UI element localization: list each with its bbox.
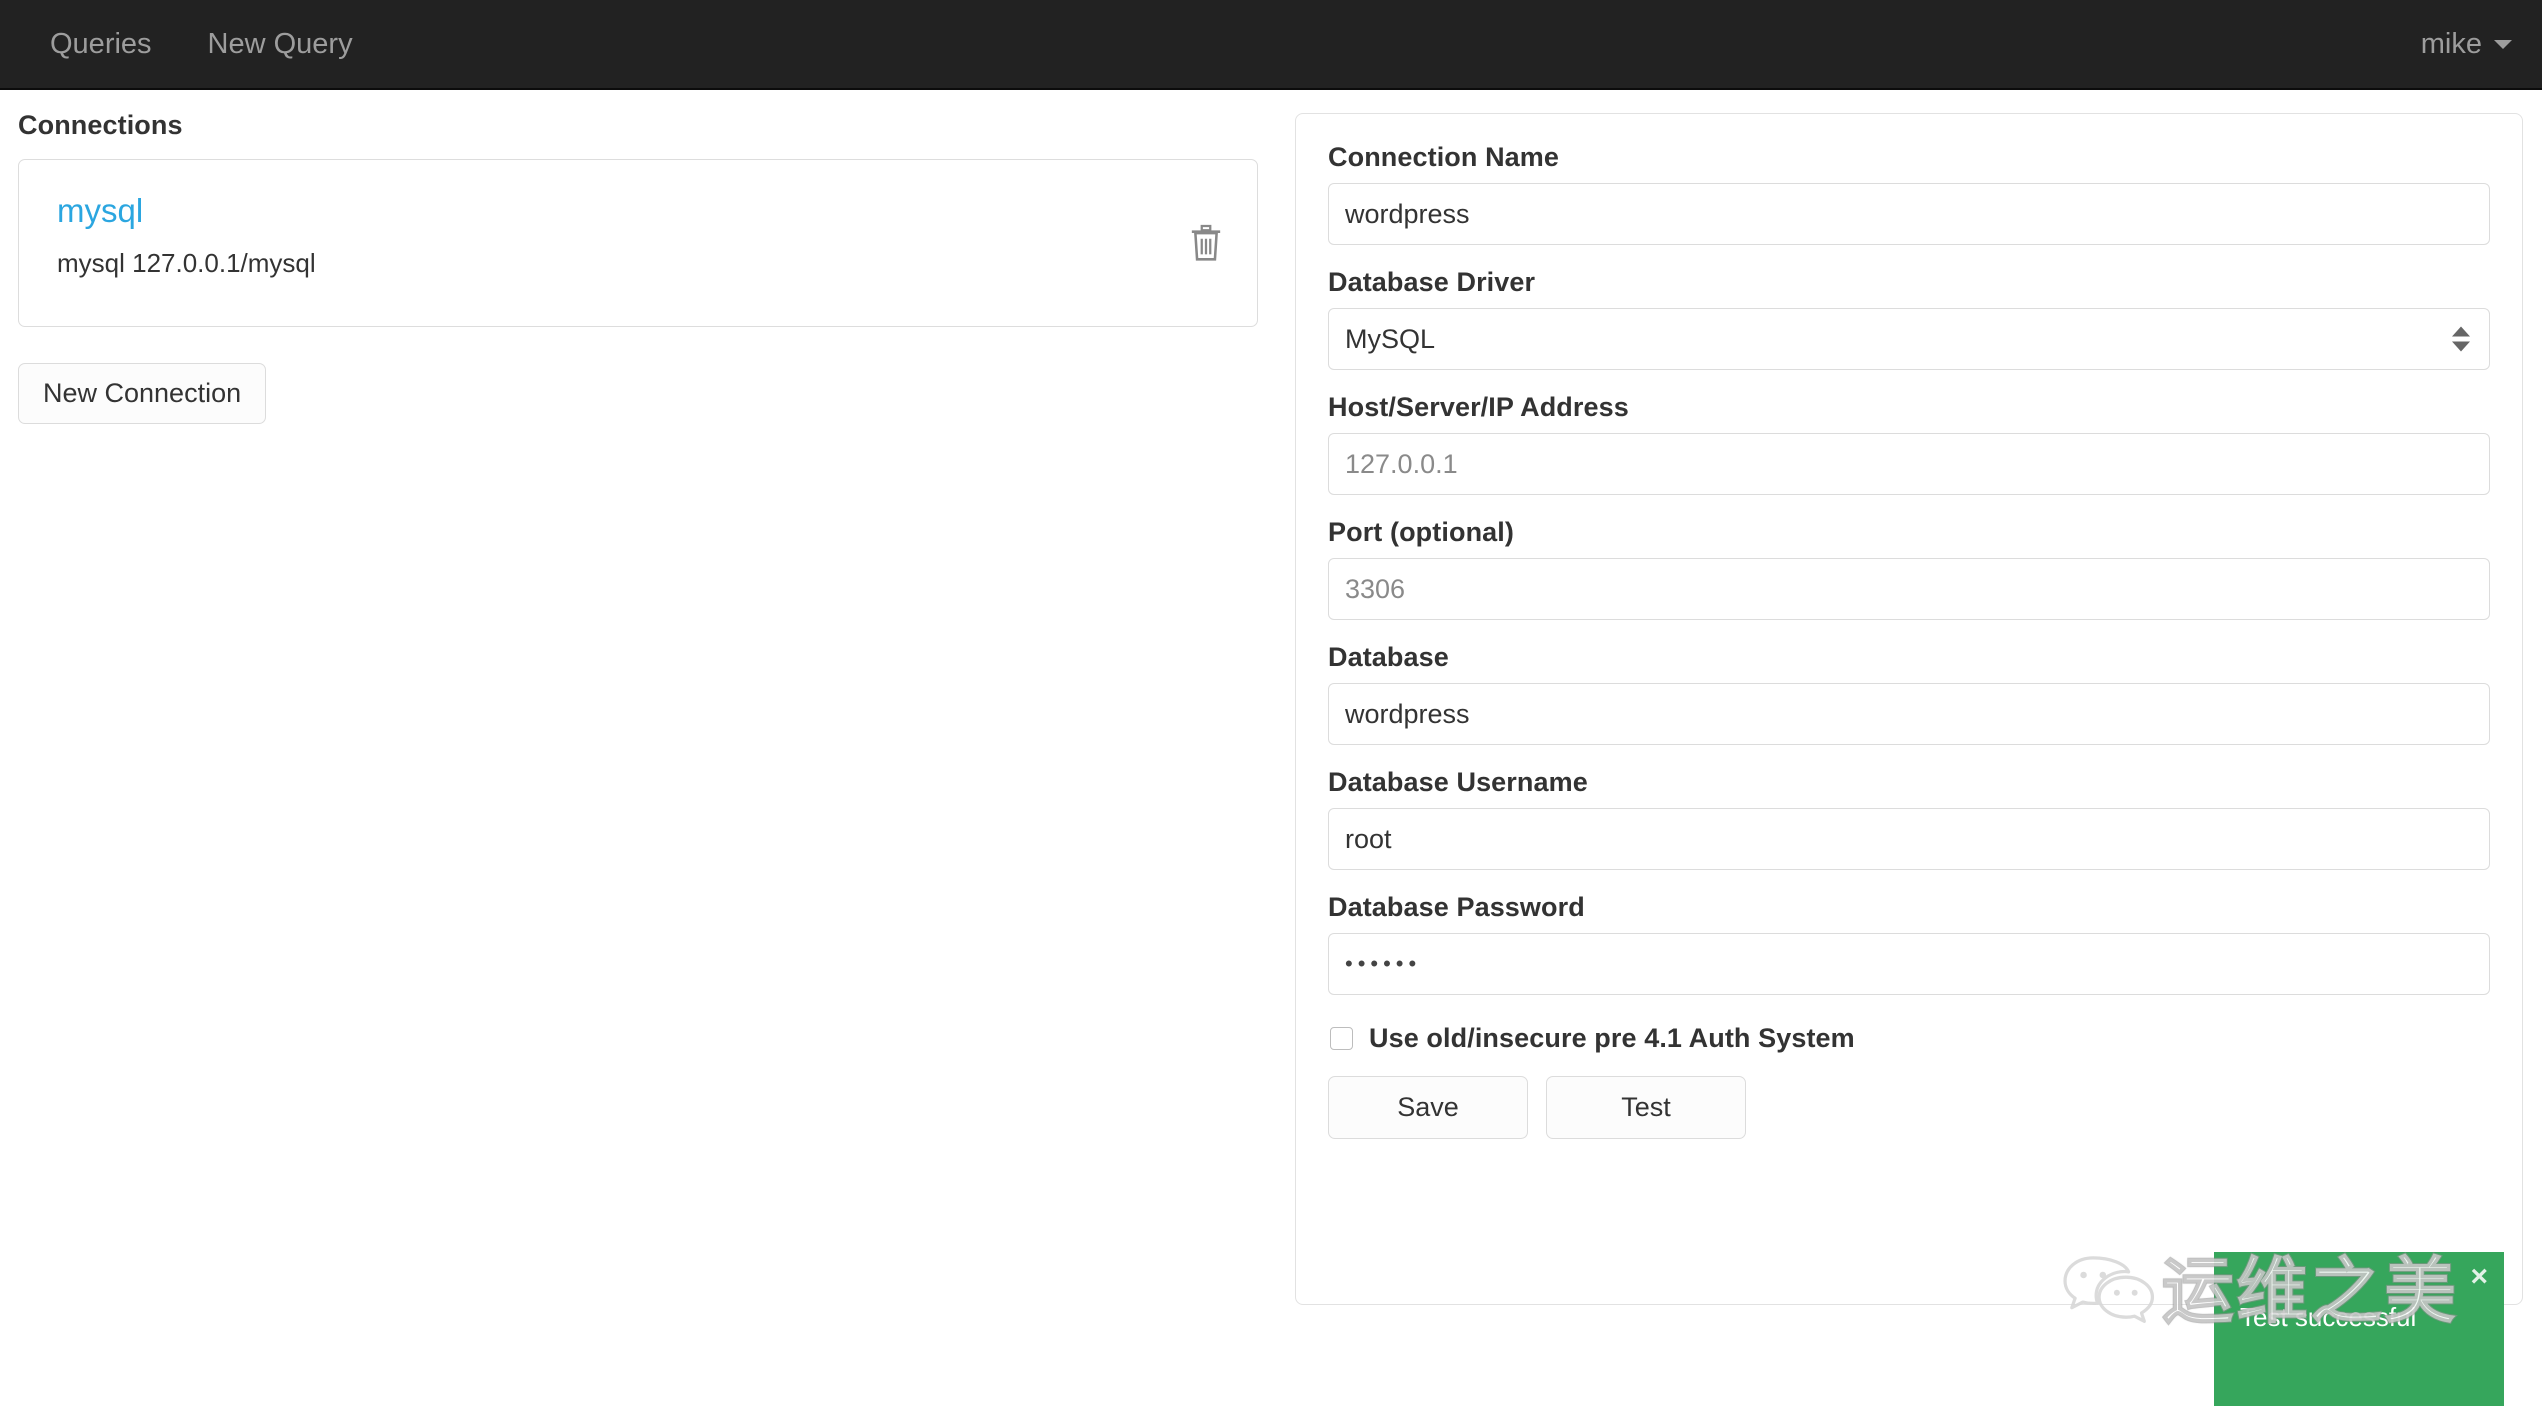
save-button[interactable]: Save bbox=[1328, 1076, 1528, 1139]
field-database: Database bbox=[1328, 642, 2490, 745]
database-label: Database bbox=[1328, 642, 2490, 673]
host-label: Host/Server/IP Address bbox=[1328, 392, 2490, 423]
field-host: Host/Server/IP Address bbox=[1328, 392, 2490, 495]
navbar-right: mike bbox=[2421, 28, 2542, 61]
port-input[interactable] bbox=[1328, 558, 2490, 620]
field-connection-name: Connection Name bbox=[1328, 142, 2490, 245]
toast-close-button[interactable]: × bbox=[2470, 1262, 2488, 1292]
connection-description: mysql 127.0.0.1/mysql bbox=[57, 249, 1219, 278]
field-port: Port (optional) bbox=[1328, 517, 2490, 620]
toast-notification: × Test successful bbox=[2214, 1252, 2504, 1406]
username-label: Database Username bbox=[1328, 767, 2490, 798]
field-password: Database Password •••••• bbox=[1328, 892, 2490, 995]
nav-item-queries[interactable]: Queries bbox=[22, 0, 180, 88]
field-database-driver: Database Driver bbox=[1328, 267, 2490, 370]
test-button[interactable]: Test bbox=[1546, 1076, 1746, 1139]
user-menu[interactable]: mike bbox=[2421, 28, 2512, 61]
new-connection-button[interactable]: New Connection bbox=[18, 363, 266, 424]
old-auth-checkbox-label: Use old/insecure pre 4.1 Auth System bbox=[1369, 1023, 1855, 1054]
connection-name-input[interactable] bbox=[1328, 183, 2490, 245]
old-auth-checkbox-row[interactable]: Use old/insecure pre 4.1 Auth System bbox=[1330, 1023, 2490, 1054]
form-action-buttons: Save Test bbox=[1328, 1076, 2490, 1139]
connections-column: Connections mysql mysql 127.0.0.1/mysql … bbox=[18, 110, 1258, 424]
old-auth-checkbox[interactable] bbox=[1330, 1027, 1353, 1050]
connection-form-panel: Connection Name Database Driver Host/Ser… bbox=[1295, 113, 2523, 1305]
connections-title: Connections bbox=[18, 110, 1258, 141]
connection-name-link[interactable]: mysql bbox=[57, 194, 143, 227]
user-menu-label: mike bbox=[2421, 28, 2482, 61]
database-driver-label: Database Driver bbox=[1328, 267, 2490, 298]
navbar-links: Queries New Query bbox=[0, 0, 381, 88]
host-input[interactable] bbox=[1328, 433, 2490, 495]
database-input[interactable] bbox=[1328, 683, 2490, 745]
nav-item-new-query[interactable]: New Query bbox=[180, 0, 381, 88]
chevron-down-icon bbox=[2494, 40, 2512, 49]
trash-icon bbox=[1189, 223, 1223, 263]
database-driver-select[interactable] bbox=[1328, 308, 2490, 370]
connection-name-label: Connection Name bbox=[1328, 142, 2490, 173]
username-input[interactable] bbox=[1328, 808, 2490, 870]
delete-connection-button[interactable] bbox=[1189, 223, 1223, 263]
database-driver-select-wrap bbox=[1328, 308, 2490, 370]
password-label: Database Password bbox=[1328, 892, 2490, 923]
connection-list-item[interactable]: mysql mysql 127.0.0.1/mysql bbox=[18, 159, 1258, 327]
password-input[interactable]: •••••• bbox=[1328, 933, 2490, 995]
toast-message: Test successful bbox=[2240, 1302, 2478, 1333]
port-label: Port (optional) bbox=[1328, 517, 2490, 548]
field-username: Database Username bbox=[1328, 767, 2490, 870]
top-navbar: Queries New Query mike bbox=[0, 0, 2542, 90]
